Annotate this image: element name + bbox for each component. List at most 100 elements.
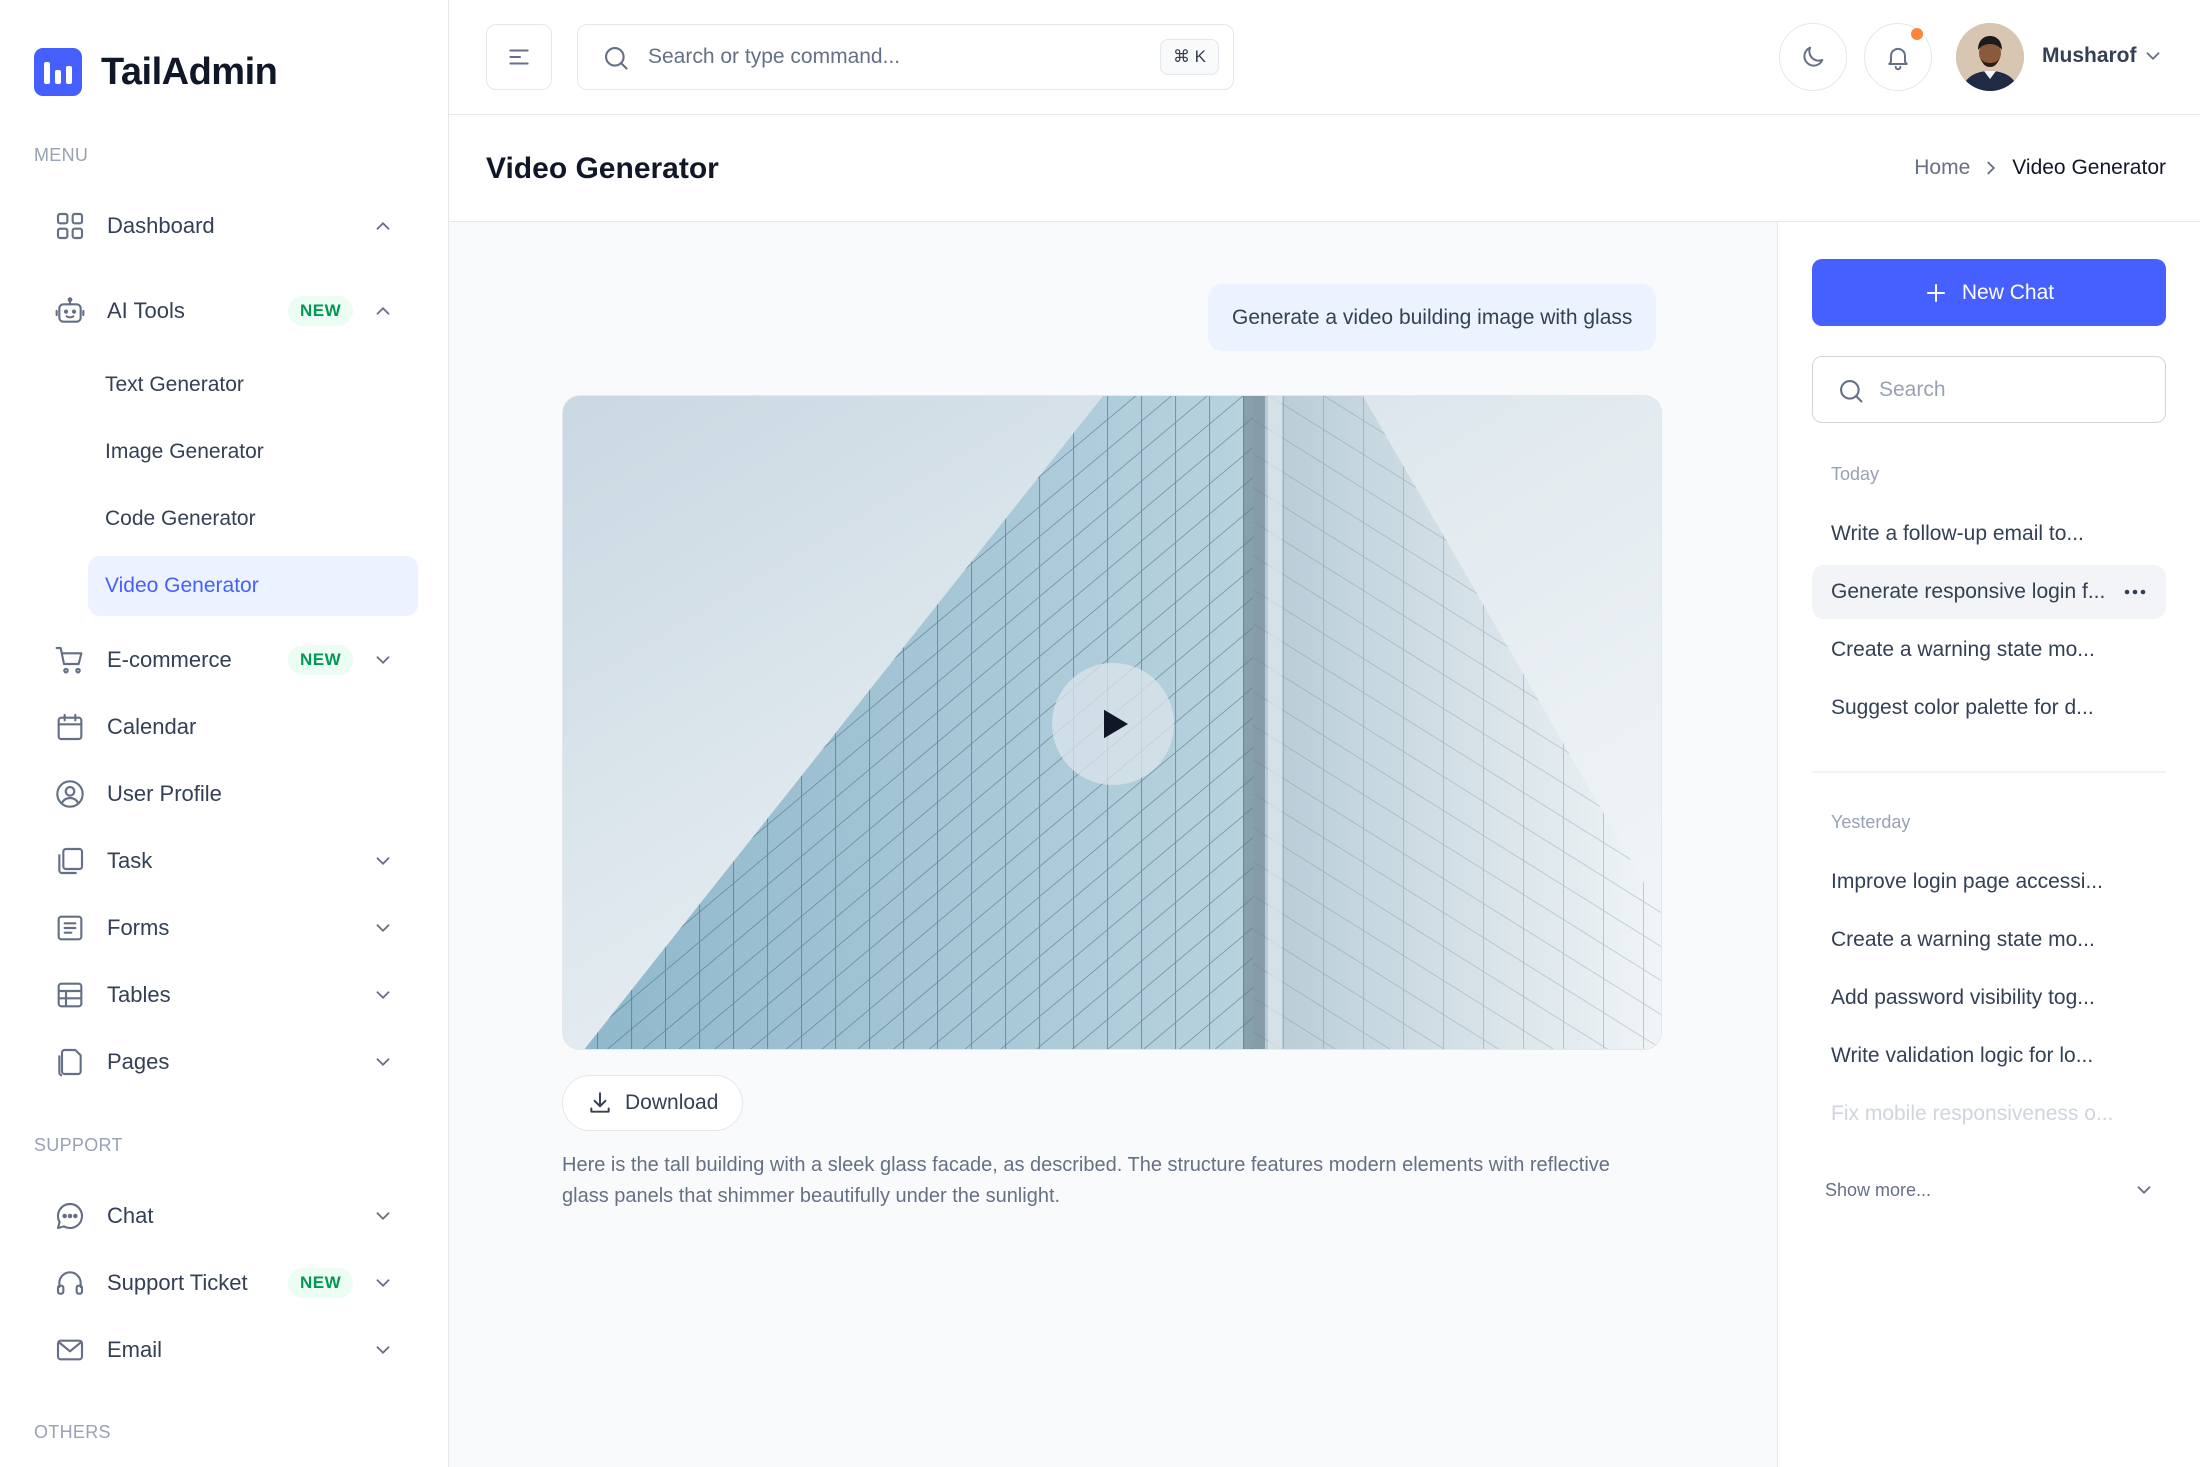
- chevron-down-icon[interactable]: [370, 982, 396, 1008]
- menu-section-label: MENU: [34, 145, 89, 165]
- search-icon: [605, 47, 628, 70]
- history-item[interactable]: Create a warning state mo...: [1812, 913, 2166, 967]
- bell-icon: [1888, 47, 1908, 71]
- grid-icon: [34, 209, 86, 243]
- history-item[interactable]: Generate responsive login f...: [1812, 565, 2166, 619]
- user-avatar-icon: [1956, 23, 2024, 91]
- search-input[interactable]: [648, 39, 1128, 75]
- pages-icon: [34, 1045, 86, 1079]
- sidebar-subitem-video-generator[interactable]: Video Generator: [88, 556, 418, 616]
- history-group-today: Today: [1831, 464, 1880, 484]
- support-section-label: SUPPORT: [34, 1135, 123, 1155]
- sidebar-subitem-image-generator[interactable]: Image Generator: [88, 422, 418, 482]
- chat-history-panel: New Chat Today Write a follow-up email t…: [1777, 222, 2200, 1467]
- sidebar-item-ecommerce[interactable]: E-commerce NEW: [34, 629, 418, 691]
- sidebar-item-task[interactable]: Task: [34, 830, 418, 892]
- others-section-label: OTHERS: [34, 1422, 111, 1442]
- avatar[interactable]: [1956, 23, 2024, 91]
- calendar-icon: [34, 710, 86, 744]
- sidebar-item-label: AI Tools: [107, 298, 185, 323]
- play-button[interactable]: [1052, 663, 1174, 785]
- chevron-down-icon: [2137, 1186, 2151, 1195]
- chevron-up-icon[interactable]: [370, 298, 396, 324]
- sidebar-item-label: Pages: [107, 1049, 170, 1074]
- sidebar-toggle-button[interactable]: [486, 24, 552, 90]
- sidebar-item-label: Email: [107, 1337, 163, 1362]
- history-group-yesterday: Yesterday: [1831, 812, 1911, 832]
- download-icon: [590, 1092, 610, 1113]
- sidebar-subitem-text-generator[interactable]: Text Generator: [88, 355, 418, 415]
- new-badge: NEW: [288, 645, 354, 675]
- page-title-bar: Video Generator Home Video Generator: [449, 115, 2200, 222]
- chevron-down-icon[interactable]: [370, 647, 396, 673]
- history-search[interactable]: [1812, 356, 2166, 423]
- generated-video[interactable]: [562, 395, 1662, 1050]
- sidebar-item-label: Chat: [107, 1203, 154, 1228]
- search-icon: [1840, 380, 1863, 403]
- sidebar-item-chat[interactable]: Chat: [34, 1185, 418, 1247]
- show-more-button[interactable]: Show more...: [1825, 1175, 2155, 1205]
- sidebar-item-user-profile[interactable]: User Profile: [34, 763, 418, 825]
- chevron-down-icon[interactable]: [370, 915, 396, 941]
- user-name[interactable]: Musharof: [2042, 44, 2137, 68]
- sidebar-item-pages[interactable]: Pages: [34, 1031, 418, 1093]
- logo-icon: [34, 48, 82, 96]
- notifications-button[interactable]: [1864, 23, 1932, 91]
- sidebar-item-calendar[interactable]: Calendar: [34, 696, 418, 758]
- menu-icon: [509, 49, 529, 65]
- history-item[interactable]: Suggest color palette for d...: [1812, 681, 2166, 735]
- chevron-right-icon: [1987, 161, 1996, 175]
- chevron-up-icon[interactable]: [370, 213, 396, 239]
- cart-icon: [34, 643, 86, 677]
- sidebar-item-forms[interactable]: Forms: [34, 897, 418, 959]
- chevron-down-icon[interactable]: [370, 1049, 396, 1075]
- sidebar-item-label: User Profile: [107, 781, 222, 806]
- user-prompt-bubble: Generate a video building image with gla…: [1208, 284, 1657, 351]
- breadcrumb: Home Video Generator: [1914, 156, 2166, 180]
- chevron-down-icon[interactable]: [370, 848, 396, 874]
- download-label: Download: [625, 1091, 719, 1114]
- history-search-input[interactable]: [1879, 372, 2139, 408]
- chat-icon: [34, 1199, 86, 1233]
- history-item[interactable]: Write validation logic for lo...: [1812, 1029, 2166, 1083]
- sidebar-item-label: Task: [107, 848, 153, 873]
- user-circle-icon: [34, 777, 86, 811]
- chevron-down-icon[interactable]: [370, 1203, 396, 1229]
- play-icon: [1104, 709, 1128, 739]
- history-item[interactable]: Improve login page accessi...: [1812, 855, 2166, 909]
- sidebar-item-tables[interactable]: Tables: [34, 964, 418, 1026]
- sidebar-item-ai-tools[interactable]: AI Tools NEW: [34, 280, 418, 342]
- chevron-down-icon[interactable]: [370, 1270, 396, 1296]
- chevron-down-icon[interactable]: [2142, 45, 2164, 67]
- history-divider: [1812, 771, 2166, 773]
- headset-icon: [34, 1266, 86, 1300]
- history-item-label: Generate responsive login f...: [1831, 580, 2106, 603]
- more-options-icon[interactable]: [2122, 579, 2148, 605]
- response-description: Here is the tall building with a sleek g…: [562, 1154, 1610, 1207]
- mail-icon: [34, 1333, 86, 1367]
- global-search[interactable]: ⌘ K: [577, 24, 1234, 90]
- sidebar: TailAdmin MENU Dashboard AI Tools NEW Te…: [0, 0, 449, 1467]
- breadcrumb-home-link[interactable]: Home: [1914, 156, 1970, 180]
- sidebar-item-label: Support Ticket: [107, 1270, 248, 1295]
- sidebar-subitem-code-generator[interactable]: Code Generator: [88, 489, 418, 549]
- new-badge: NEW: [288, 296, 354, 326]
- table-icon: [34, 978, 86, 1012]
- history-item[interactable]: Create a warning state mo...: [1812, 623, 2166, 677]
- new-chat-button[interactable]: New Chat: [1812, 259, 2166, 326]
- brand-name: TailAdmin: [101, 50, 278, 93]
- sidebar-item-label: Tables: [107, 982, 171, 1007]
- sidebar-item-dashboard[interactable]: Dashboard: [34, 195, 418, 257]
- history-item[interactable]: Fix mobile responsiveness o...: [1812, 1087, 2166, 1141]
- notification-dot: [1911, 28, 1923, 40]
- chevron-down-icon[interactable]: [370, 1337, 396, 1363]
- dark-mode-toggle[interactable]: [1779, 23, 1847, 91]
- sidebar-item-email[interactable]: Email: [34, 1319, 418, 1381]
- history-item[interactable]: Write a follow-up email to...: [1812, 507, 2166, 561]
- brand-logo[interactable]: TailAdmin: [34, 48, 278, 96]
- moon-icon: [1803, 46, 1824, 67]
- sidebar-item-label: Forms: [107, 915, 170, 940]
- history-item[interactable]: Add password visibility tog...: [1812, 971, 2166, 1025]
- sidebar-item-support-ticket[interactable]: Support Ticket NEW: [34, 1252, 418, 1314]
- download-button[interactable]: Download: [562, 1075, 744, 1131]
